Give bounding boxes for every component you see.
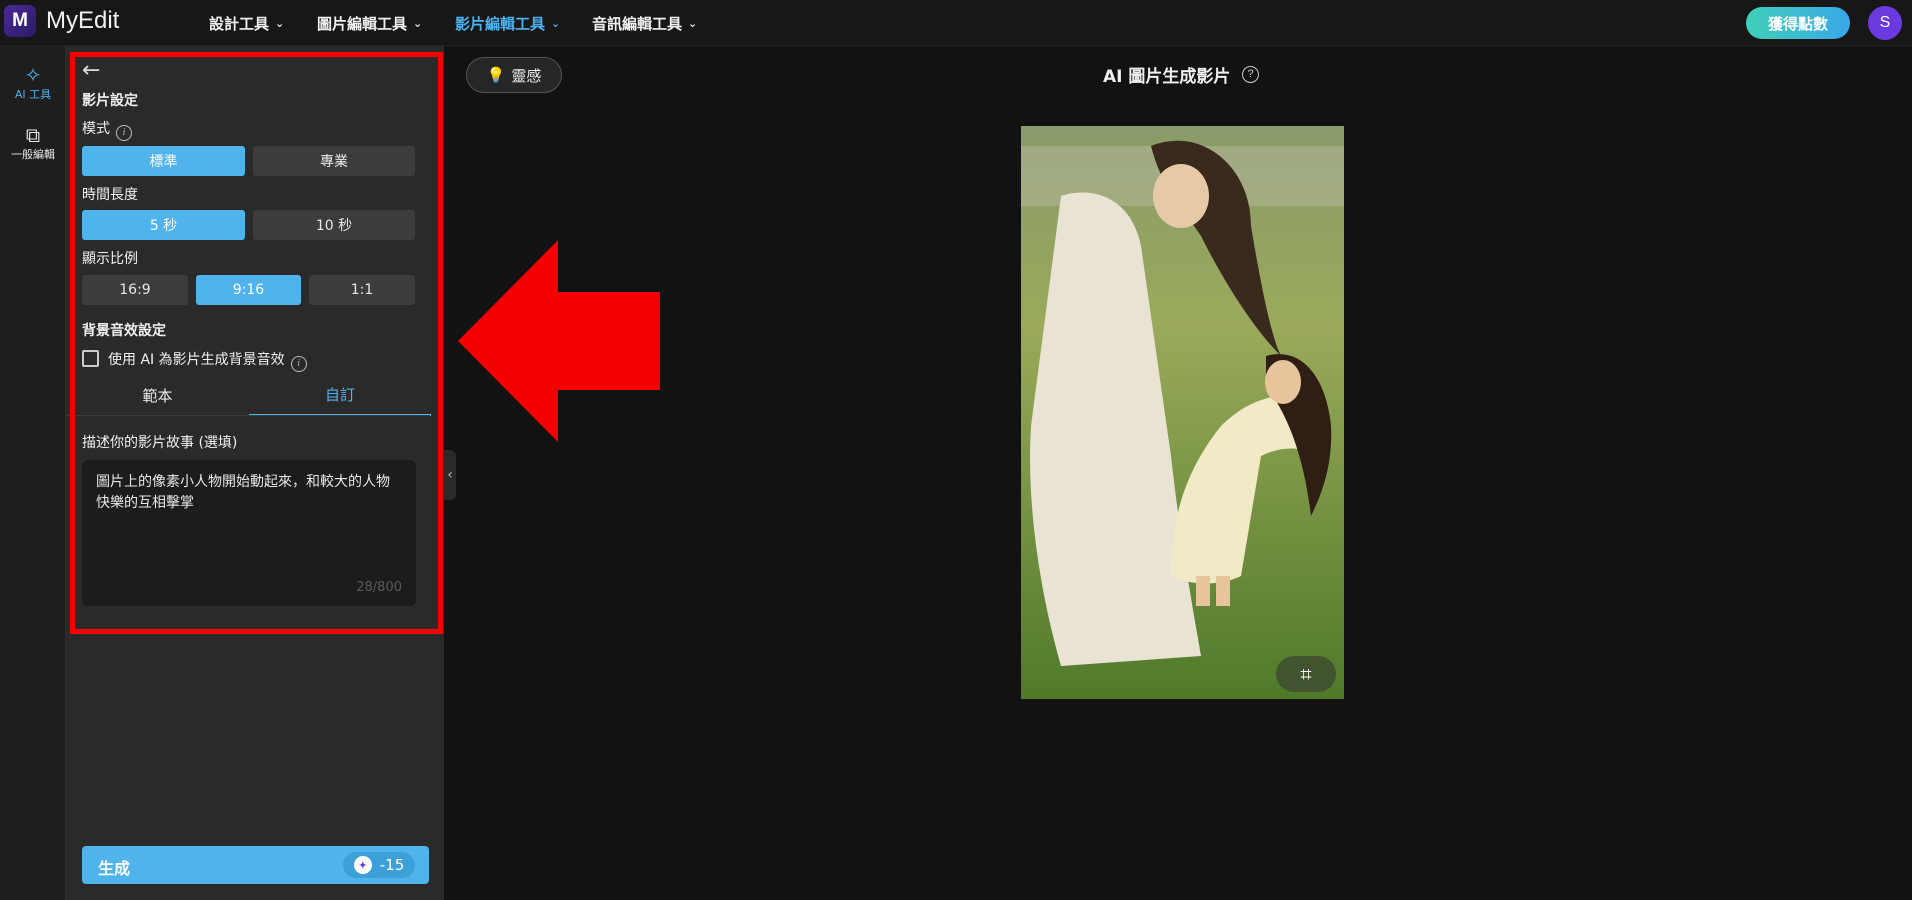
rail-general-edit-label: 一般編輯 [11, 148, 55, 161]
avatar[interactable]: S [1868, 6, 1902, 40]
rail-ai-tools-label: AI 工具 [14, 88, 52, 101]
chevron-down-icon: ⌄ [275, 16, 285, 30]
chevron-down-icon: ⌄ [413, 16, 423, 30]
app-logo[interactable]: M MyEdit [4, 5, 119, 37]
inspiration-label: 靈感 [511, 66, 542, 85]
rail-item-general-edit[interactable]: ⧉ 一般編輯 [0, 124, 66, 162]
top-bar: M MyEdit 設計工具 ⌄ 圖片編輯工具 ⌄ 影片編輯工具 ⌄ 音訊編輯工具 ⌄ 獲… [0, 0, 1912, 46]
left-rail: ✧ AI 工具 ⧉ 一般編輯 [0, 46, 66, 900]
page-title: AI 圖片生成影片 [1103, 67, 1231, 87]
credit-cost: -15 [379, 856, 405, 874]
lightbulb-icon: 💡 [486, 66, 506, 84]
app-name: MyEdit [46, 7, 120, 34]
magic-wand-icon: ✧ [24, 63, 42, 87]
nav-design-tools[interactable]: 設計工具 ⌄ [209, 0, 284, 46]
nav-photo-tools[interactable]: 圖片編輯工具 ⌄ [317, 0, 422, 46]
help-icon[interactable]: ? [1242, 66, 1259, 83]
chevron-down-icon: ⌄ [688, 16, 698, 30]
red-arrow-annotation [458, 240, 660, 442]
nav-audio-label: 音訊編輯工具 [592, 14, 683, 33]
photo-placeholder [1021, 126, 1344, 699]
generate-button[interactable]: 生成 ✦ -15 [82, 846, 429, 884]
chevron-down-icon: ⌄ [551, 16, 561, 30]
uploaded-image-preview [1021, 126, 1344, 699]
nav-video-tools[interactable]: 影片編輯工具 ⌄ [455, 0, 560, 46]
credit-icon: ✦ [353, 856, 372, 874]
nav-video-label: 影片編輯工具 [455, 14, 546, 33]
get-points-button[interactable]: 獲得點數 [1746, 7, 1850, 39]
crop-icon[interactable]: ⌗ [1276, 656, 1336, 692]
layers-icon: ⧉ [25, 123, 41, 147]
credit-cost-badge: ✦ -15 [343, 852, 415, 878]
nav-audio-tools[interactable]: 音訊編輯工具 ⌄ [592, 0, 697, 46]
logo-mark-icon: M [4, 5, 36, 37]
highlight-box [70, 52, 443, 634]
nav-design-label: 設計工具 [209, 14, 270, 33]
nav-photo-label: 圖片編輯工具 [317, 14, 408, 33]
inspiration-button[interactable]: 💡 靈感 [466, 57, 562, 93]
generate-label: 生成 [98, 859, 131, 878]
collapse-panel-handle[interactable]: ‹ [444, 450, 456, 500]
rail-item-ai-tools[interactable]: ✧ AI 工具 [0, 64, 66, 102]
